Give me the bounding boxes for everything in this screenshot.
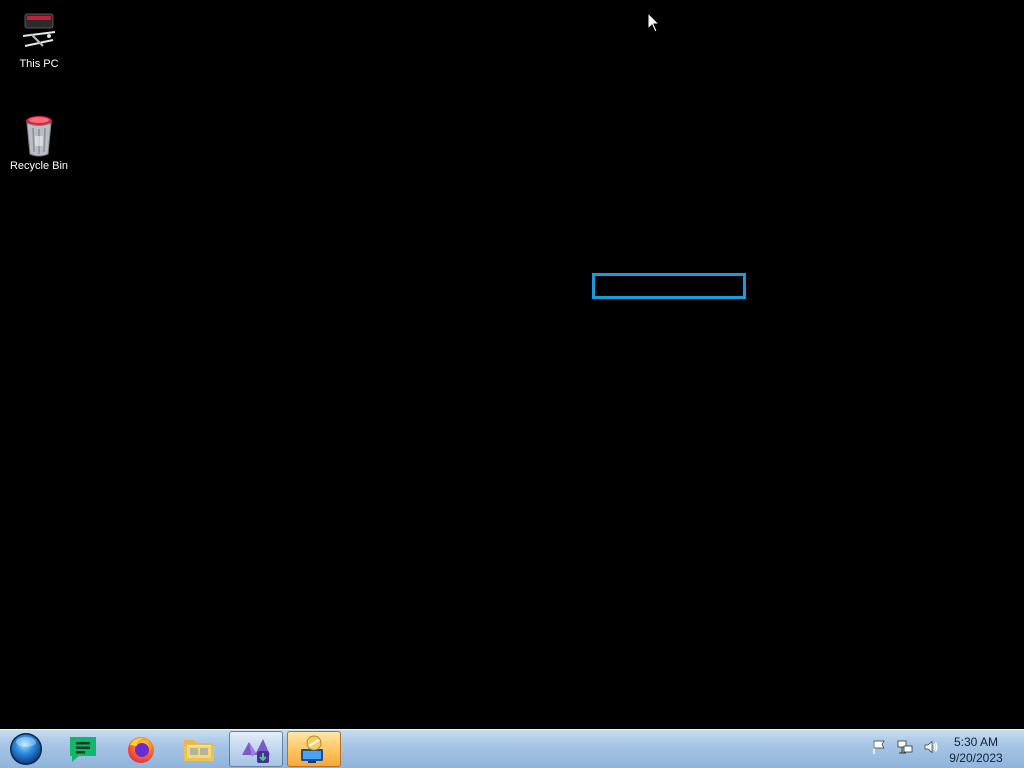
taskbar-button-file-explorer[interactable]: [172, 731, 226, 767]
desktop[interactable]: This PC Recycle Bin: [0, 0, 1024, 729]
network-icon[interactable]: [896, 738, 914, 756]
notes-icon: [70, 737, 96, 762]
computer-icon: [22, 13, 56, 47]
taskbar-button-visual-studio-installer[interactable]: [229, 731, 283, 767]
taskbar-button-remote-desktop[interactable]: [287, 731, 341, 767]
remote-desktop-icon: [301, 735, 323, 763]
windows-orb-icon: [10, 733, 42, 765]
taskbar-button-firefox[interactable]: [114, 731, 168, 767]
taskbar-clock[interactable]: 5:30 AM 9/20/2023: [944, 734, 1008, 766]
selection-rectangle: [592, 273, 746, 299]
desktop-icon-label: This PC: [19, 58, 59, 70]
clock-date: 9/20/2023: [949, 751, 1003, 765]
firefox-icon: [128, 737, 154, 763]
volume-icon[interactable]: [922, 738, 940, 756]
system-tray: [870, 738, 940, 756]
taskbar: 5:30 AM 9/20/2023: [0, 729, 1024, 768]
desktop-icon-label: Recycle Bin: [9, 160, 69, 172]
taskbar-button-notes[interactable]: [56, 731, 110, 767]
mouse-pointer-icon: [647, 12, 661, 33]
desktop-icon-this-pc[interactable]: This PC: [1, 12, 77, 70]
start-button[interactable]: [6, 732, 46, 766]
visual-studio-installer-icon: [242, 739, 270, 763]
desktop-icon-recycle-bin[interactable]: Recycle Bin: [1, 114, 77, 172]
folder-icon: [184, 740, 214, 761]
recycle-bin-icon: [26, 116, 52, 157]
clock-time: 5:30 AM: [953, 735, 999, 749]
action-center-flag-icon[interactable]: [870, 738, 888, 756]
